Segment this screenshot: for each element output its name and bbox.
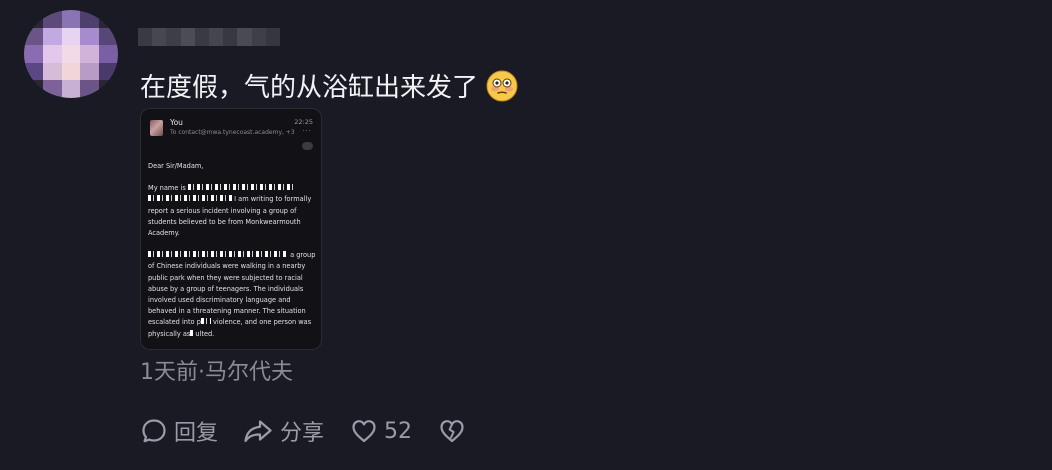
redacted-text <box>187 184 296 191</box>
email-time: 22:25 <box>294 118 313 126</box>
share-button[interactable]: 分享 <box>242 415 324 447</box>
reply-label: 回复 <box>174 421 219 446</box>
email-greeting: Dear Sir/Madam, <box>148 162 204 170</box>
avatar[interactable] <box>24 10 118 98</box>
like-count: 52 <box>384 418 413 444</box>
comment-bubble-icon <box>140 417 168 445</box>
more-icon: ··· <box>302 127 312 135</box>
redacted-text <box>148 195 232 202</box>
attached-image[interactable]: You 22:25 To contact@mwa.tynecoast.acade… <box>140 108 322 350</box>
dislike-button[interactable] <box>438 417 466 445</box>
email-body: Dear Sir/Madam, My name is I am writing … <box>148 161 320 349</box>
action-bar: 回复 分享 52 <box>140 414 466 448</box>
comment-text: 在度假，气的从浴缸出来发了 <box>140 73 479 103</box>
email-p2-tail-end: ulted. <box>195 329 215 338</box>
email-recipients: To contact@mwa.tynecoast.academy, +3 <box>170 129 295 136</box>
reply-button[interactable]: 回复 <box>140 415 218 447</box>
email-paragraph-2: a group of Chinese individuals were walk… <box>148 251 316 338</box>
like-button[interactable]: 52 <box>350 417 412 445</box>
share-arrow-icon <box>242 417 274 445</box>
email-paragraph-1: My name is I am writing to formally repo… <box>148 183 320 239</box>
username-redacted[interactable] <box>138 28 281 46</box>
email-sender: You <box>170 118 183 127</box>
email-p1-start: My name is <box>148 184 186 193</box>
comment-body: 在度假，气的从浴缸出来发了 <box>140 68 518 108</box>
share-label: 分享 <box>280 421 325 446</box>
comment-item: 在度假，气的从浴缸出来发了 You 22:25 To contact@mwa.t… <box>0 0 1052 470</box>
sender-avatar <box>150 120 163 136</box>
email-p2-body: a group of Chinese individuals were walk… <box>148 251 316 327</box>
emoji-reaction-icon <box>302 142 313 150</box>
redacted-text <box>200 318 211 325</box>
flushed-face-emoji-icon <box>486 70 518 102</box>
broken-heart-icon <box>438 417 466 445</box>
comment-meta: 1天前·马尔代夫 <box>140 360 293 385</box>
redacted-text <box>148 251 288 258</box>
heart-icon <box>350 417 378 445</box>
email-p1-end: I am writing to formally report a seriou… <box>148 195 312 238</box>
